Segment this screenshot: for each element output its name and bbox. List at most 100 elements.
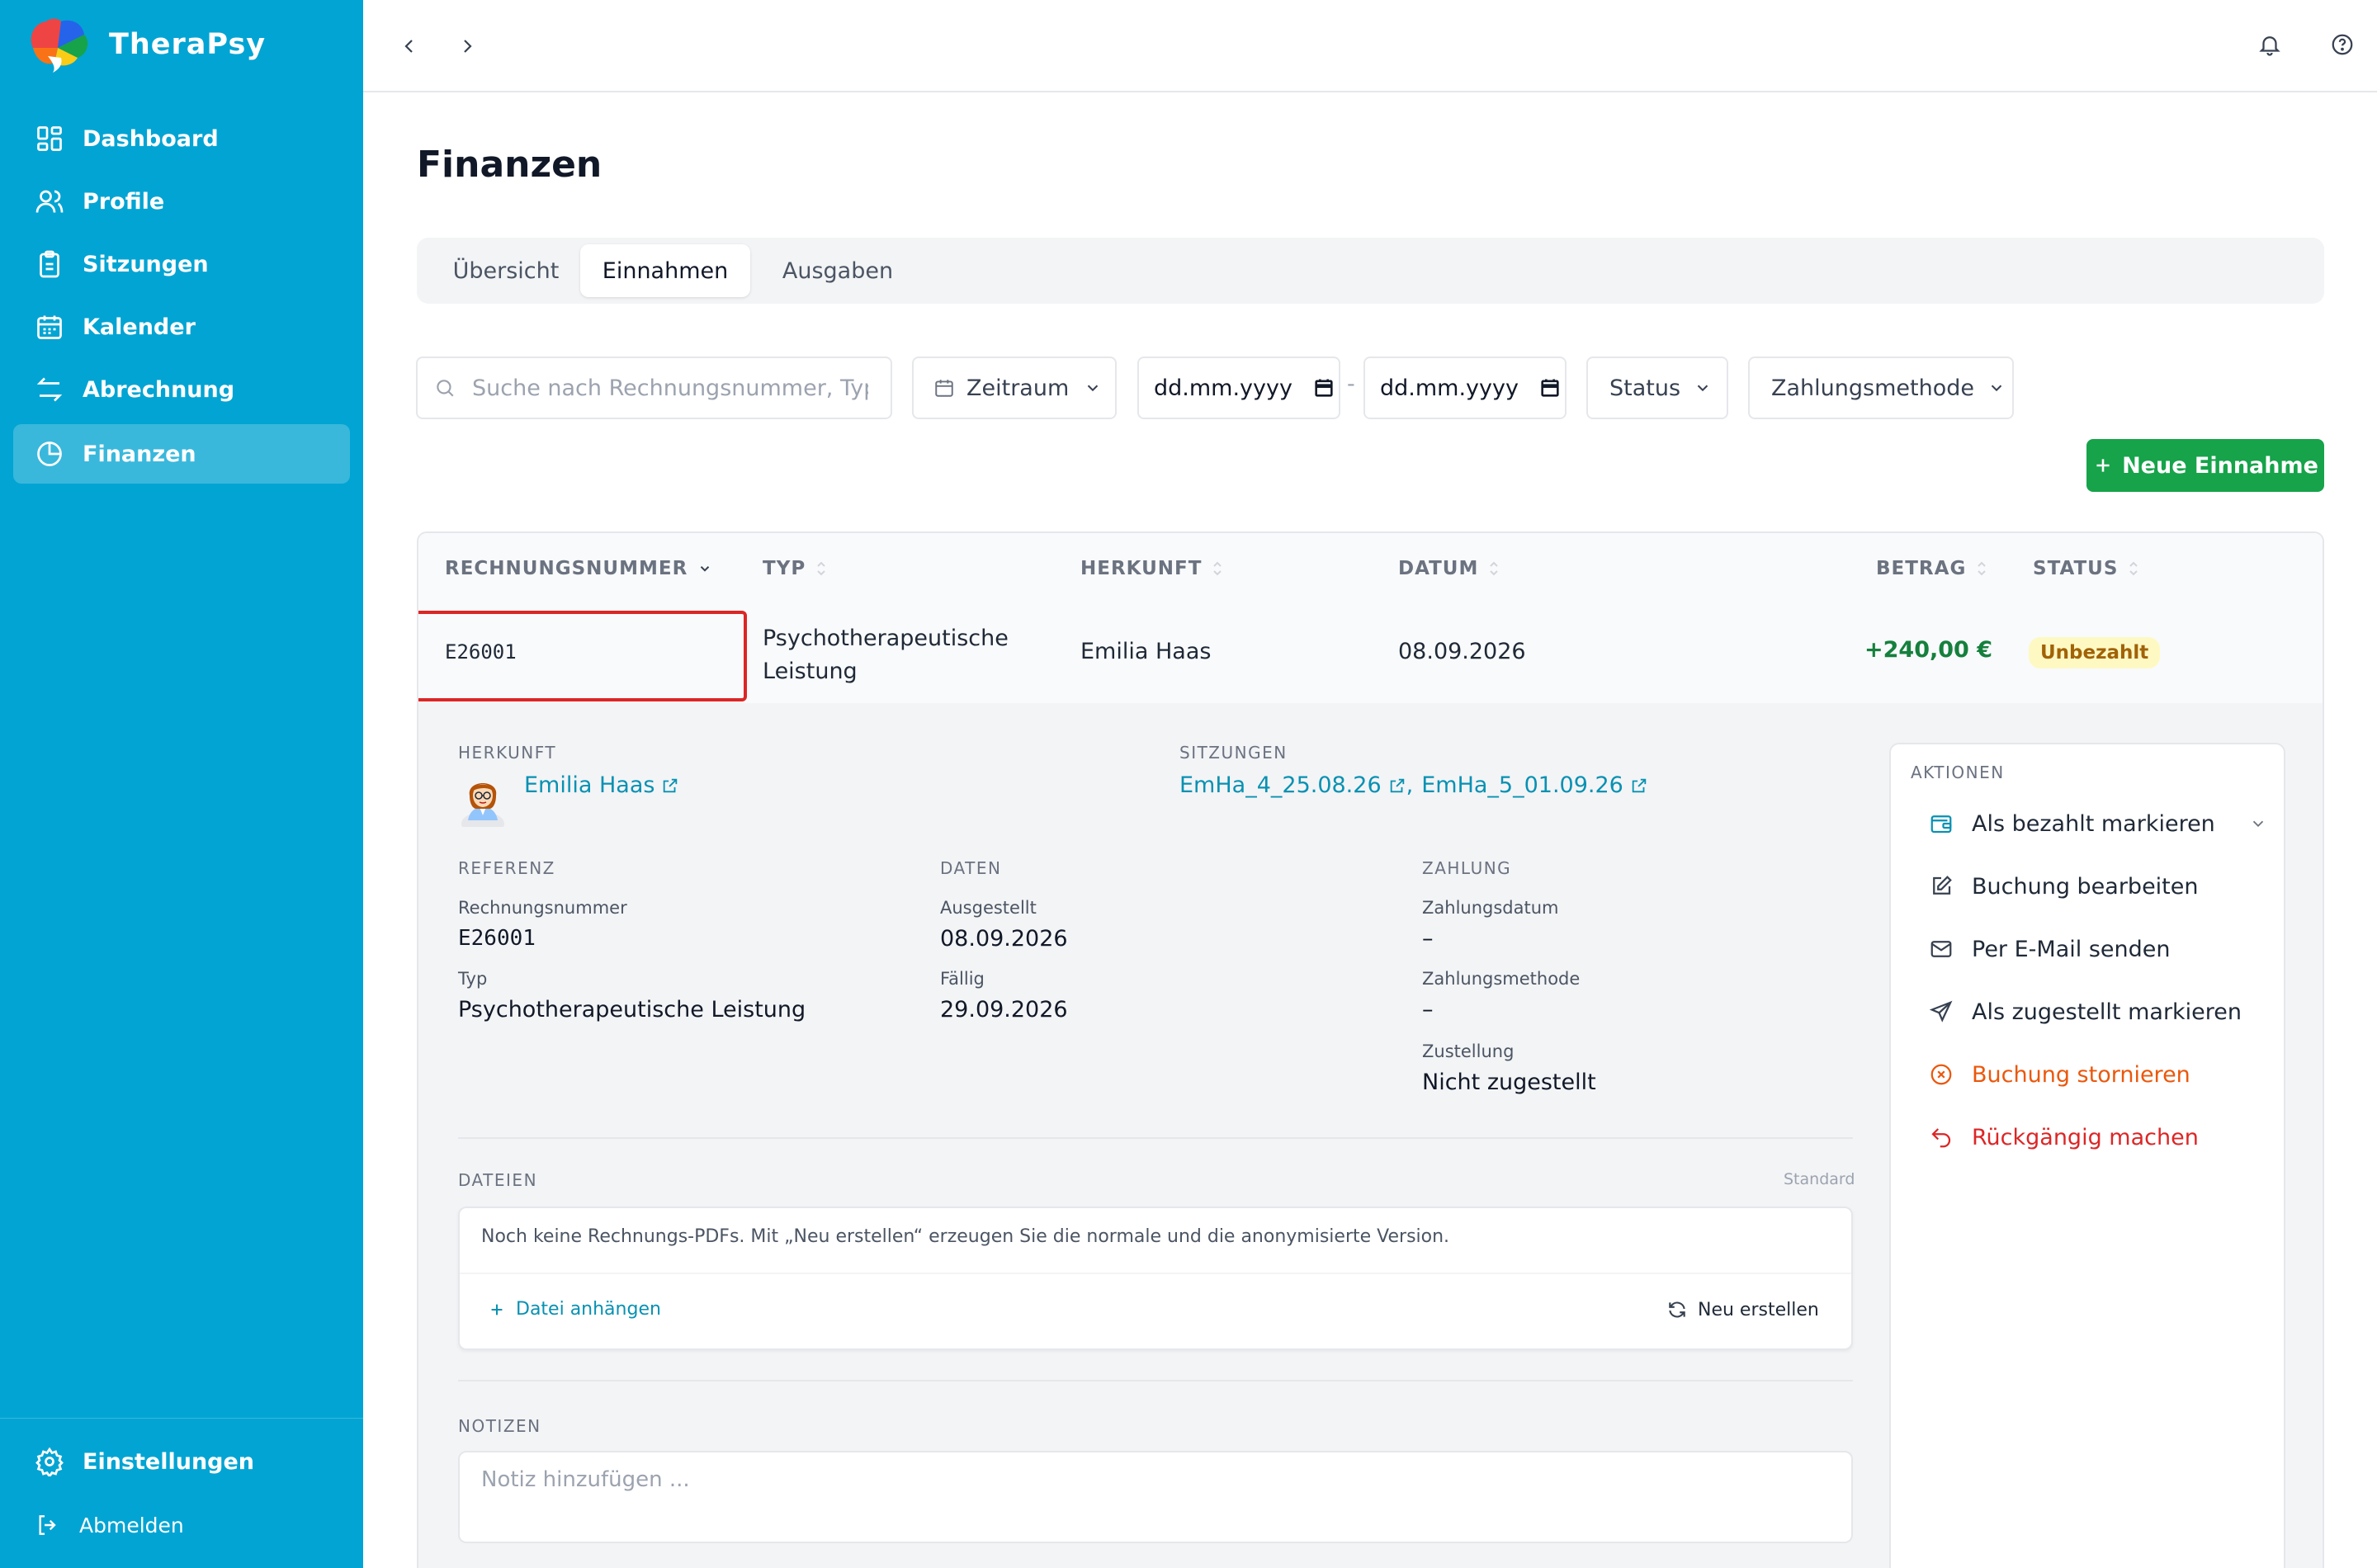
undo-label: Rückgängig machen (1972, 1124, 2199, 1150)
back-button[interactable] (393, 30, 426, 63)
column-datum[interactable]: DATUM (1398, 558, 1500, 579)
bell-icon (2259, 36, 2280, 56)
calendar-icon (37, 315, 62, 339)
actions-panel: AKTIONEN Als bezahlt markieren Buchung b… (1889, 743, 2285, 1568)
notes-input[interactable]: Notiz hinzufügen ... (458, 1451, 1853, 1543)
column-typ[interactable]: TYP (763, 558, 827, 579)
patient-avatar (458, 771, 508, 827)
help-button[interactable] (2326, 28, 2359, 61)
cell-invoice-number: E26001 (445, 640, 517, 664)
top-bar (363, 0, 2377, 92)
sidebar: TheraPsy Dashboard Profile Sitzungen Kal… (0, 0, 363, 1568)
tab-uebersicht[interactable]: Übersicht (423, 244, 588, 297)
sidebar-item-abrechnung[interactable]: Abrechnung (13, 360, 350, 419)
undo-icon (1931, 1128, 1951, 1148)
divider (458, 1380, 1853, 1381)
notifications-button[interactable] (2253, 28, 2286, 61)
wallet-icon (1930, 815, 1952, 834)
plus-icon (491, 1304, 503, 1315)
sidebar-item-einstellungen[interactable]: Einstellungen (13, 1432, 350, 1491)
period-label: Zeitraum (966, 375, 1070, 401)
table-row[interactable]: E26001 Psychotherapeutische Leistung Emi… (418, 607, 2323, 703)
mark-paid-label: Als bezahlt markieren (1972, 810, 2215, 837)
external-link-icon[interactable] (1388, 777, 1406, 795)
tab-ausgaben[interactable]: Ausgaben (755, 244, 920, 297)
new-income-button[interactable]: Neue Einnahme (2086, 439, 2324, 492)
origin-name: Emilia Haas (524, 772, 655, 798)
chevron-down-icon (1088, 385, 1099, 392)
session-link[interactable]: EmHa_4_25.08.26 (1179, 772, 1382, 798)
origin-link[interactable]: Emilia Haas (524, 772, 679, 798)
sort-icon (1213, 561, 1222, 576)
external-link-icon (664, 778, 678, 792)
date-from-input[interactable]: dd.mm.yyyy (1137, 357, 1340, 419)
column-status[interactable]: STATUS (2033, 558, 2139, 579)
attach-file-button[interactable]: Datei anhängen (488, 1299, 661, 1320)
cancel-circle-icon (1930, 1064, 1952, 1085)
invoice-number-value: E26001 (458, 926, 536, 951)
payment-method-dropdown[interactable]: Zahlungsmethode (1748, 357, 2014, 419)
arrows-icon (36, 377, 63, 402)
payment-method-value: – (1422, 997, 1434, 1023)
payment-method-label: Zahlungsmethode (1771, 375, 1974, 401)
send-email-button[interactable]: Per E-Mail senden (1929, 933, 2171, 966)
period-dropdown[interactable]: Zeitraum (912, 357, 1117, 419)
attach-file-label: Datei anhängen (516, 1299, 661, 1320)
date-to-input[interactable]: dd.mm.yyyy (1363, 357, 1567, 419)
sidebar-item-sitzungen[interactable]: Sitzungen (13, 234, 350, 294)
tab-einnahmen[interactable]: Einnahmen (580, 244, 750, 297)
cell-type-line: Leistung (763, 659, 858, 684)
column-label: TYP (763, 558, 806, 579)
edit-booking-button[interactable]: Buchung bearbeiten (1929, 870, 2199, 903)
sessions-section-label: SITZUNGEN (1179, 743, 1288, 763)
column-betrag[interactable]: BETRAG (1876, 558, 1987, 579)
cell-type-line: Psychotherapeutische (763, 626, 1009, 651)
sidebar-item-label: Finanzen (83, 441, 196, 467)
search-input[interactable]: Suche nach Rechnungsnummer, Typ (416, 357, 892, 419)
clipboard-icon (40, 250, 59, 278)
chevron-right-icon (464, 40, 472, 53)
undo-button[interactable]: Rückgängig machen (1929, 1121, 2199, 1154)
mark-paid-button[interactable]: Als bezahlt markieren (1929, 807, 2267, 840)
column-rechnungsnummer[interactable]: RECHNUNGSNUMMER (445, 558, 712, 579)
sidebar-item-profile[interactable]: Profile (13, 172, 350, 231)
external-link-icon[interactable] (1630, 777, 1648, 795)
income-table: RECHNUNGSNUMMER TYP HERKUNFT DATUM BETRA… (417, 531, 2324, 1568)
regenerate-label: Neu erstellen (1698, 1299, 1819, 1320)
regenerate-pdf-button[interactable]: Neu erstellen (1666, 1299, 1819, 1320)
sidebar-item-abmelden[interactable]: Abmelden (13, 1495, 350, 1555)
sidebar-item-label: Abrechnung (83, 376, 235, 403)
sidebar-item-dashboard[interactable]: Dashboard (13, 109, 350, 168)
column-label: HERKUNFT (1080, 558, 1203, 579)
column-herkunft[interactable]: HERKUNFT (1080, 558, 1223, 579)
sidebar-item-finanzen[interactable]: Finanzen (13, 424, 350, 484)
mark-delivered-label: Als zugestellt markieren (1972, 999, 2242, 1025)
column-label: DATUM (1398, 558, 1479, 579)
row-details: HERKUNFT Emilia Haas SITZUNGEN EmHa_4_25… (418, 703, 2323, 1568)
cancel-booking-button[interactable]: Buchung stornieren (1929, 1058, 2190, 1091)
app-logo[interactable]: TheraPsy (25, 15, 266, 74)
type-value: Psychotherapeutische Leistung (458, 997, 806, 1023)
payment-section-label: ZAHLUNG (1422, 858, 1512, 878)
dates-section-label: DATEN (940, 858, 1002, 878)
type-label: Typ (458, 969, 488, 989)
main-content: Finanzen Übersicht Einnahmen Ausgaben Su… (363, 92, 2377, 1568)
new-income-label: Neue Einnahme (2122, 452, 2318, 479)
app-name: TheraPsy (109, 28, 267, 61)
search-icon (437, 380, 454, 397)
search-placeholder: Suche nach Rechnungsnummer, Typ (472, 375, 868, 401)
status-dropdown[interactable]: Status (1586, 357, 1728, 419)
sidebar-divider (0, 1418, 363, 1419)
refresh-icon (1669, 1301, 1685, 1318)
send-email-label: Per E-Mail senden (1972, 936, 2171, 962)
sidebar-item-kalender[interactable]: Kalender (13, 297, 350, 357)
mark-delivered-button[interactable]: Als zugestellt markieren (1929, 995, 2242, 1028)
chevron-down-icon[interactable] (2249, 815, 2267, 833)
session-separator: , (1406, 772, 1414, 798)
gear-icon (35, 1447, 64, 1476)
files-empty-text: Noch keine Rechnungs-PDFs. Mit „Neu erst… (481, 1226, 1450, 1247)
cell-date: 08.09.2026 (1398, 639, 1526, 664)
forward-button[interactable] (451, 30, 484, 63)
sessions-links: EmHa_4_25.08.26 , EmHa_5_01.09.26 (1179, 772, 1648, 798)
session-link[interactable]: EmHa_5_01.09.26 (1421, 772, 1623, 798)
